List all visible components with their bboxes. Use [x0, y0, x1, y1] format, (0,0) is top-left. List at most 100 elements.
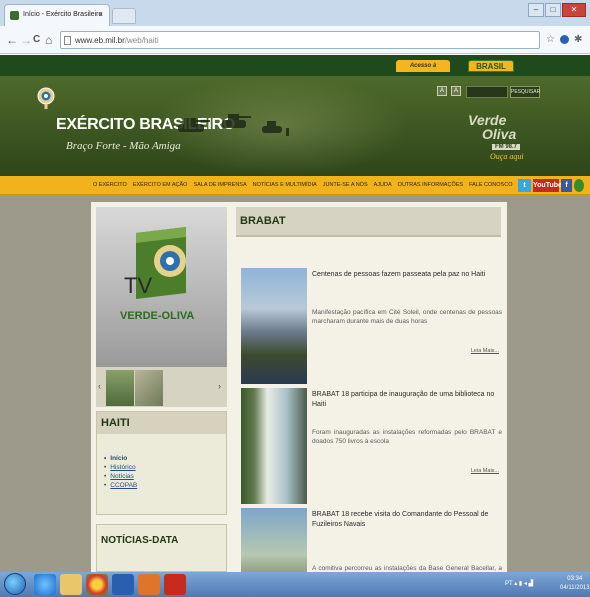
video-thumbnail[interactable] — [106, 370, 134, 406]
wrench-menu-icon[interactable]: ✱ — [574, 34, 582, 45]
web-page: Acesso à informação BRASIL EXÉRCITO BRAS… — [0, 55, 590, 572]
haiti-link-ccopab[interactable]: CCOPAB — [104, 481, 137, 490]
youtube-icon[interactable]: YouTube — [533, 179, 562, 192]
font-size-controls: A A — [437, 86, 461, 96]
content-panel: TV VERDE-OLIVA ‹ › HAITI Início Históric… — [91, 202, 507, 572]
folder-icon[interactable] — [60, 574, 82, 595]
tanks-illustration-icon — [178, 114, 289, 136]
news-title[interactable]: Centenas de pessoas fazem passeata pela … — [312, 270, 502, 280]
menu-item-exercito-em-acao[interactable]: EXÉRCITO EM AÇÃO — [133, 182, 188, 188]
news-item: Centenas de pessoas fazem passeata pela … — [241, 268, 502, 386]
top-strip: Acesso à informação BRASIL — [0, 55, 590, 81]
acesso-informacao-link[interactable]: Acesso à informação — [396, 60, 450, 81]
powerpoint-icon[interactable] — [138, 574, 160, 595]
main-menu: O EXÉRCITO EXÉRCITO EM AÇÃO SALA DE IMPR… — [0, 176, 590, 196]
brasil-link[interactable]: BRASIL — [468, 60, 514, 72]
site-favicon-icon — [10, 11, 19, 20]
haiti-link-noticias[interactable]: Notícias — [104, 472, 137, 481]
news-photo[interactable] — [241, 268, 307, 384]
news-title[interactable]: BRABAT 18 participa de inauguração de um… — [312, 390, 502, 410]
haiti-menu-box: HAITI Início Histórico Notícias CCOPAB — [96, 411, 227, 515]
tv-verde-oliva-logo-icon: TV VERDE-OLIVA — [120, 227, 194, 322]
menu-item-noticias[interactable]: NOTÍCIAS E MULTIMÍDIA — [253, 182, 317, 188]
chrome-icon[interactable] — [86, 574, 108, 595]
maximize-button[interactable]: □ — [545, 3, 561, 17]
clock-date: 04/11/2013 — [560, 585, 590, 591]
news-item: BRABAT 18 participa de inauguração de um… — [241, 388, 502, 506]
word-icon[interactable] — [112, 574, 134, 595]
news-item: BRABAT 18 recebe visita do Comandante do… — [241, 508, 502, 572]
radio-logo-line2: Oliva — [482, 126, 517, 142]
menu-item-ajuda[interactable]: AJUDA — [374, 182, 392, 188]
home-icon[interactable]: ⌂ — [45, 33, 52, 47]
menu-item-sala-de-imprensa[interactable]: SALA DE IMPRENSA — [193, 182, 246, 188]
forward-arrow-icon[interactable]: → — [20, 33, 32, 47]
radio-verde-oliva-logo[interactable]: Verde Oliva FM 98.7 Ouça aqui — [466, 112, 546, 168]
news-description: A comitiva percorreu as instalações da B… — [312, 565, 502, 572]
clock[interactable]: 03:34 04/11/2013 — [560, 575, 590, 593]
video-thumbnails: ‹ › — [96, 367, 227, 407]
next-arrow-icon[interactable]: › — [218, 381, 221, 391]
radio-tagline: Ouça aqui — [490, 152, 524, 161]
army-emblem-icon[interactable] — [36, 84, 56, 110]
tab-close-icon[interactable]: × — [98, 10, 103, 19]
green-social-icon[interactable] — [574, 179, 584, 192]
site-header: EXÉRCITO BRASILEIRO Braço Forte - Mão Am… — [0, 76, 590, 176]
new-tab-button[interactable] — [112, 8, 136, 24]
noticias-title: NOTÍCIAS-DATA — [101, 535, 179, 546]
url-path: /web/haiti — [124, 36, 159, 45]
menu-item-fale-conosco[interactable]: FALE CONOSCO — [469, 182, 512, 188]
facebook-icon[interactable]: f — [561, 179, 572, 192]
close-window-button[interactable]: ✕ — [562, 3, 586, 17]
windows-taskbar: PT ▴ ▮ ◂ ▟ 03:34 04/11/2013 — [0, 572, 590, 597]
minimize-button[interactable]: – — [528, 3, 544, 17]
system-tray[interactable]: PT ▴ ▮ ◂ ▟ — [505, 580, 533, 587]
site-search-input[interactable] — [466, 86, 508, 98]
news-description: Manifestação pacífica em Cité Soleil, on… — [312, 309, 502, 325]
font-increase-button[interactable]: A — [451, 86, 461, 96]
menu-item-outras-informacoes[interactable]: OUTRAS INFORMAÇÕES — [398, 182, 463, 188]
page-icon — [64, 36, 71, 45]
prev-arrow-icon[interactable]: ‹ — [98, 381, 101, 391]
news-description: Foram inauguradas as instalações reforma… — [312, 429, 502, 445]
radio-frequency-badge: FM 98.7 — [492, 144, 521, 150]
menu-list: O EXÉRCITO EXÉRCITO EM AÇÃO SALA DE IMPR… — [93, 182, 512, 188]
clock-time: 03:34 — [567, 576, 583, 582]
pdf-reader-icon[interactable] — [164, 574, 186, 595]
brabat-section-header: BRABAT — [236, 207, 501, 237]
haiti-link-inicio[interactable]: Início — [104, 454, 137, 463]
browser-toolbar: ← → C ⌂ www.eb.mil.br/web/haiti ☆ ✱ — [0, 26, 590, 54]
tv-verde-oliva-banner[interactable]: TV VERDE-OLIVA — [96, 207, 227, 367]
news-photo[interactable] — [241, 388, 307, 504]
address-bar[interactable]: www.eb.mil.br/web/haiti — [60, 31, 540, 49]
tv-text: TV — [124, 273, 152, 298]
social-links: t YouTube f — [518, 179, 584, 192]
noticias-data-box: NOTÍCIAS-DATA — [96, 524, 227, 572]
ie-icon[interactable] — [34, 574, 56, 595]
haiti-links: Início Histórico Notícias CCOPAB — [104, 454, 137, 490]
font-decrease-button[interactable]: A — [437, 86, 447, 96]
site-motto: Braço Forte - Mão Amiga — [66, 140, 181, 152]
back-arrow-icon[interactable]: ← — [6, 33, 18, 47]
haiti-link-historico[interactable]: Histórico — [104, 463, 137, 472]
tab-title: Início - Exército Brasileiro — [23, 11, 103, 18]
read-more-link[interactable]: Leia Mais... — [471, 348, 499, 354]
section-title: BRABAT — [240, 215, 286, 227]
news-title[interactable]: BRABAT 18 recebe visita do Comandante do… — [312, 510, 502, 530]
url-host: www.eb.mil.br — [75, 36, 125, 45]
news-photo[interactable] — [241, 508, 307, 572]
menu-item-junte-se[interactable]: JUNTE-SE A NÓS — [323, 182, 368, 188]
start-button[interactable] — [4, 573, 26, 595]
read-more-link[interactable]: Leia Mais... — [471, 468, 499, 474]
haiti-title: HAITI — [97, 412, 226, 434]
reload-icon[interactable]: C — [33, 34, 40, 45]
bookmark-star-icon[interactable]: ☆ — [546, 34, 555, 45]
extension-icon[interactable] — [560, 35, 569, 44]
search-button[interactable]: PESQUISAR — [510, 86, 540, 98]
menu-item-o-exercito[interactable]: O EXÉRCITO — [93, 182, 127, 188]
twitter-icon[interactable]: t — [518, 179, 531, 192]
browser-tab[interactable]: Início - Exército Brasileiro × — [4, 4, 110, 26]
video-thumbnail[interactable] — [135, 370, 163, 406]
window-controls: – □ ✕ — [528, 3, 586, 19]
tv-label: VERDE-OLIVA — [120, 310, 194, 322]
